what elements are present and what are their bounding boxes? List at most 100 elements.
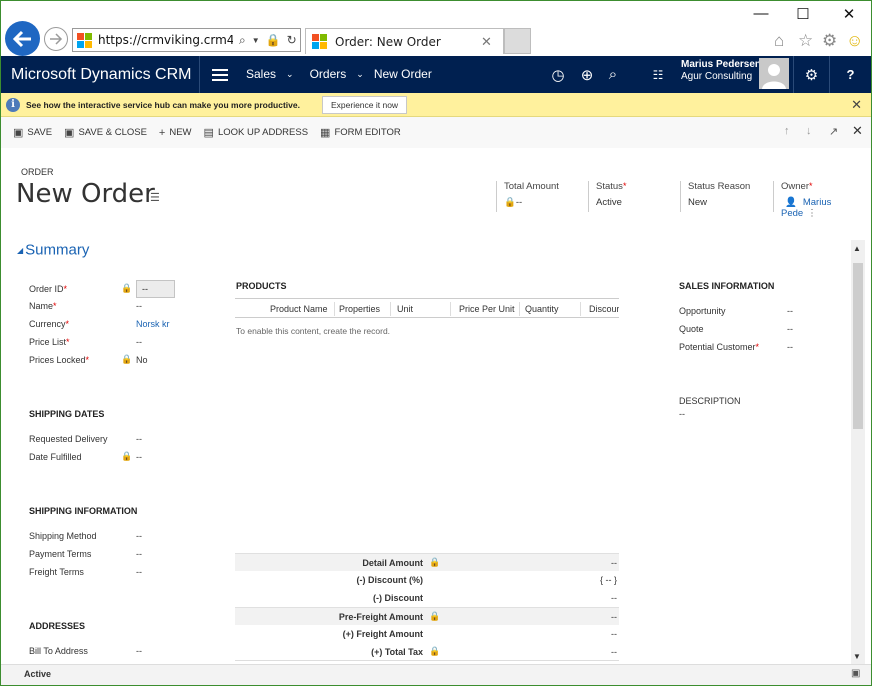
browser-tab[interactable]: Order: New Order ✕ bbox=[305, 28, 504, 54]
close-icon[interactable]: ✕ bbox=[851, 97, 862, 113]
column-header[interactable]: Price Per Unit bbox=[459, 304, 515, 314]
advanced-find-icon[interactable]: ☷ bbox=[648, 56, 668, 93]
column-header[interactable]: Quantity bbox=[525, 304, 559, 314]
save-icon: ▣ bbox=[13, 127, 24, 139]
save-close-button[interactable]: ▣ SAVE & CLOSE bbox=[64, 117, 147, 148]
recent-clock-icon[interactable]: ◷ bbox=[548, 56, 568, 93]
opportunity-field[interactable]: -- bbox=[787, 306, 793, 316]
scrollbar-thumb[interactable] bbox=[853, 263, 863, 429]
column-header[interactable]: Discour bbox=[589, 304, 619, 314]
lookup-address-button[interactable]: ▤ LOOK UP ADDRESS bbox=[204, 117, 309, 148]
refresh-icon[interactable]: ↻ bbox=[287, 33, 297, 47]
column-header[interactable]: Properties bbox=[339, 304, 380, 314]
nav-area-sales[interactable]: Sales bbox=[240, 56, 282, 93]
discount-value[interactable]: -- bbox=[611, 593, 617, 603]
close-form-icon[interactable]: ✕ bbox=[852, 123, 863, 139]
lock-icon: 🔒 bbox=[504, 197, 516, 208]
quote-field[interactable]: -- bbox=[787, 324, 793, 334]
save-status-icon[interactable]: ▣ bbox=[851, 668, 860, 679]
minimize-button[interactable]: — bbox=[751, 5, 771, 22]
hamburger-menu-icon[interactable] bbox=[200, 56, 240, 93]
column-header[interactable]: Unit bbox=[397, 304, 413, 314]
tab-favicon-icon bbox=[312, 34, 327, 49]
shipping-method-field[interactable]: -- bbox=[136, 531, 142, 541]
crm-navbar: Microsoft Dynamics CRM Sales ⌄ Orders ⌄ … bbox=[1, 56, 871, 93]
price-list-field[interactable]: -- bbox=[136, 337, 142, 347]
order-id-field[interactable]: -- bbox=[136, 280, 175, 298]
status-value[interactable]: Active bbox=[596, 197, 678, 208]
new-tab-button[interactable] bbox=[504, 28, 531, 54]
smiley-feedback-icon[interactable]: ☺ bbox=[846, 31, 863, 51]
crm-brand[interactable]: Microsoft Dynamics CRM bbox=[1, 56, 200, 93]
forward-arrow-icon bbox=[50, 33, 63, 45]
lookup-label: LOOK UP ADDRESS bbox=[217, 127, 309, 138]
settings-gear-icon[interactable]: ⚙ bbox=[793, 56, 829, 93]
freight-amount-row[interactable]: (+) Freight Amount -- bbox=[235, 625, 619, 643]
back-button[interactable] bbox=[5, 21, 40, 56]
settings-gear-icon[interactable]: ⚙ bbox=[822, 31, 837, 51]
discount-pct-row[interactable]: (-) Discount (%) { -- } bbox=[235, 571, 619, 589]
search-icon[interactable]: ⌕ bbox=[239, 33, 246, 48]
summary-title: Summary bbox=[25, 241, 90, 259]
price-list-label: Price List* bbox=[29, 337, 70, 347]
form-editor-button[interactable]: ▦ FORM EDITOR bbox=[320, 117, 401, 148]
form-editor-icon: ▦ bbox=[320, 127, 331, 139]
status-bar: Active bbox=[1, 664, 871, 685]
discount-row[interactable]: (-) Discount -- bbox=[235, 589, 619, 607]
popout-icon[interactable]: ↗ bbox=[829, 125, 838, 138]
description-field[interactable]: -- bbox=[679, 409, 685, 419]
tab-close-icon[interactable]: ✕ bbox=[481, 34, 503, 50]
entity-label: ORDER bbox=[21, 167, 54, 177]
form-editor-label: FORM EDITOR bbox=[334, 127, 401, 138]
freight-amount-value[interactable]: -- bbox=[611, 629, 617, 639]
save-button[interactable]: ▣ SAVE bbox=[13, 117, 52, 148]
nav-entity-orders[interactable]: Orders bbox=[304, 56, 353, 93]
chevron-down-icon[interactable]: ⌄ bbox=[352, 56, 368, 93]
address-bar[interactable]: https://crmviking.crm4.d ⌕ ▼ 🔒 ↻ bbox=[72, 28, 301, 52]
new-button[interactable]: + NEW bbox=[159, 117, 192, 148]
help-button[interactable]: ? bbox=[829, 56, 871, 93]
plus-icon: + bbox=[158, 126, 166, 139]
user-info[interactable]: Marius Pedersen Agur Consulting bbox=[681, 59, 761, 83]
form-selector-icon[interactable]: ☰ bbox=[150, 191, 160, 204]
create-plus-icon[interactable]: ⊕ bbox=[577, 56, 597, 93]
name-label: Name* bbox=[29, 301, 57, 311]
scroll-down-icon[interactable]: ▼ bbox=[853, 652, 861, 661]
arrow-up-icon[interactable]: ↑ bbox=[784, 125, 790, 137]
maximize-button[interactable]: ☐ bbox=[793, 5, 813, 23]
favorites-star-icon[interactable]: ☆ bbox=[798, 31, 813, 51]
arrow-down-icon[interactable]: ↓ bbox=[806, 125, 812, 137]
requested-delivery-field[interactable]: -- bbox=[136, 434, 142, 444]
discount-pct-value[interactable]: { -- } bbox=[600, 575, 617, 585]
prices-locked-label: Prices Locked* bbox=[29, 355, 90, 365]
products-grid-header: Product Name Properties Unit Price Per U… bbox=[235, 298, 619, 318]
pre-freight-value: -- bbox=[611, 612, 617, 622]
freight-terms-field[interactable]: -- bbox=[136, 567, 142, 577]
column-header[interactable]: Product Name bbox=[270, 304, 328, 314]
potential-customer-field[interactable]: -- bbox=[787, 342, 793, 352]
scroll-up-icon[interactable]: ▲ bbox=[853, 244, 861, 253]
bill-to-address-field[interactable]: -- bbox=[136, 646, 142, 656]
more-icon[interactable]: ⋮ bbox=[807, 208, 817, 219]
payment-terms-field[interactable]: -- bbox=[136, 549, 142, 559]
potential-customer-label: Potential Customer* bbox=[679, 342, 760, 352]
currency-label: Currency* bbox=[29, 319, 70, 329]
forward-button[interactable] bbox=[44, 27, 68, 51]
nav-record-new-order[interactable]: New Order bbox=[368, 56, 438, 93]
status-reason-value[interactable]: New bbox=[688, 197, 770, 208]
products-title: PRODUCTS bbox=[236, 281, 287, 291]
user-name: Marius Pedersen bbox=[681, 59, 762, 70]
search-icon[interactable]: ⌕ bbox=[603, 56, 623, 93]
bill-to-address-label: Bill To Address bbox=[29, 646, 88, 656]
summary-section-header[interactable]: ◢ Summary bbox=[17, 241, 89, 259]
chevron-down-icon[interactable]: ⌄ bbox=[282, 56, 298, 93]
avatar[interactable] bbox=[759, 58, 789, 89]
lock-icon: 🔒 bbox=[429, 611, 441, 621]
currency-link[interactable]: Norsk kr bbox=[136, 319, 176, 329]
name-field[interactable]: -- bbox=[136, 301, 142, 311]
close-window-button[interactable]: ✕ bbox=[839, 5, 859, 23]
home-icon[interactable]: ⌂ bbox=[774, 31, 784, 51]
dropdown-icon[interactable]: ▼ bbox=[252, 36, 260, 45]
status-label: Status bbox=[596, 181, 623, 192]
experience-button[interactable]: Experience it now bbox=[321, 95, 408, 114]
